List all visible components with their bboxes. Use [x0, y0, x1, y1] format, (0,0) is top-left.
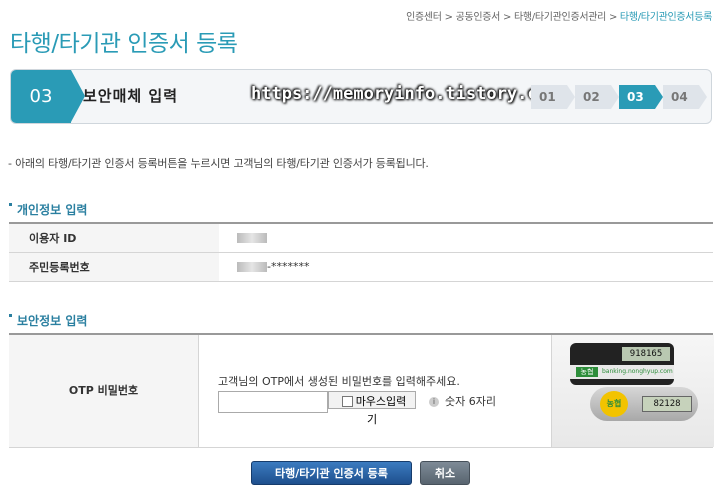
- section-title-security: 보안정보 입력: [9, 312, 87, 329]
- register-certificate-button[interactable]: 타행/타기관 인증서 등록: [251, 461, 412, 485]
- personal-info-table: 이용자 ID 주민등록번호 -*******: [9, 222, 713, 282]
- table-row: 이용자 ID: [9, 222, 713, 253]
- card-url-text: banking.nonghyup.com: [602, 368, 673, 375]
- breadcrumb-current: 타행/타기관인증서등록: [619, 12, 712, 23]
- step-chip-01: 01: [531, 85, 575, 109]
- masked-value: [237, 262, 267, 272]
- current-step-number: 03: [11, 70, 85, 123]
- otp-fob-display: 82128: [642, 396, 692, 412]
- breadcrumb-item[interactable]: 공동인증서: [456, 12, 501, 23]
- row-label-user-id: 이용자 ID: [9, 222, 219, 253]
- nh-logo: 농협: [576, 367, 598, 377]
- resident-number-suffix: -*******: [267, 260, 310, 273]
- row-label-resident-number: 주민등록번호: [9, 252, 219, 282]
- step-bar: 03 보안매체 입력 https://memoryinfo.tistory.co…: [10, 69, 712, 124]
- otp-device-image: 918165 농협 banking.nonghyup.com 농협 82128: [551, 335, 714, 447]
- mouse-input-button[interactable]: 마우스입력기: [328, 391, 416, 426]
- step-chip-04: 04: [663, 85, 707, 109]
- step-chip-02: 02: [575, 85, 619, 109]
- table-row: 주민등록번호 -*******: [9, 252, 713, 282]
- otp-row: OTP 비밀번호 고객님의 OTP에서 생성된 비밀번호를 입력해주세요. 마우…: [9, 333, 714, 448]
- breadcrumb: 인증센터 > 공동인증서 > 타행/타기관인증서관리 > 타행/타기관인증서등록: [406, 8, 712, 23]
- step-chip-03: 03: [619, 85, 663, 109]
- otp-fob-image: 농협 82128: [590, 387, 698, 421]
- masked-value: [237, 233, 267, 244]
- otp-instruction: 고객님의 OTP에서 생성된 비밀번호를 입력해주세요.: [218, 375, 460, 388]
- checkbox-icon: [341, 395, 353, 407]
- breadcrumb-item[interactable]: 인증센터: [406, 12, 442, 23]
- page-title: 타행/타기관 인증서 등록: [10, 31, 238, 57]
- breadcrumb-separator: >: [444, 12, 453, 23]
- row-value-user-id: [219, 222, 713, 253]
- otp-label: OTP 비밀번호: [9, 335, 198, 447]
- info-icon: i: [429, 397, 439, 407]
- row-value-resident-number: -*******: [219, 252, 713, 282]
- watermark: https://memoryinfo.tistory.com: [251, 84, 559, 104]
- nh-badge-icon: 농협: [600, 391, 628, 417]
- otp-card-image: 918165 농협 banking.nonghyup.com: [570, 343, 674, 385]
- digit-hint-text: 숫자 6자리: [445, 395, 496, 408]
- otp-card-display: 918165: [622, 347, 670, 361]
- breadcrumb-separator: >: [502, 12, 512, 23]
- otp-input-area: 고객님의 OTP에서 생성된 비밀번호를 입력해주세요. 마우스입력기 i 숫자 …: [198, 335, 551, 447]
- notice-text: - 아래의 타행/타기관 인증서 등록버튼을 누르시면 고객님의 타행/타기관 …: [8, 157, 429, 170]
- breadcrumb-separator: >: [608, 12, 618, 23]
- otp-password-input[interactable]: [218, 391, 328, 413]
- mouse-input-label: 마우스입력기: [355, 395, 407, 426]
- current-step-label: 보안매체 입력: [83, 87, 179, 105]
- breadcrumb-item[interactable]: 타행/타기관인증서관리: [514, 12, 606, 23]
- section-title-personal: 개인정보 입력: [9, 201, 87, 218]
- cancel-button[interactable]: 취소: [420, 461, 470, 485]
- digit-hint: i 숫자 6자리: [429, 393, 496, 409]
